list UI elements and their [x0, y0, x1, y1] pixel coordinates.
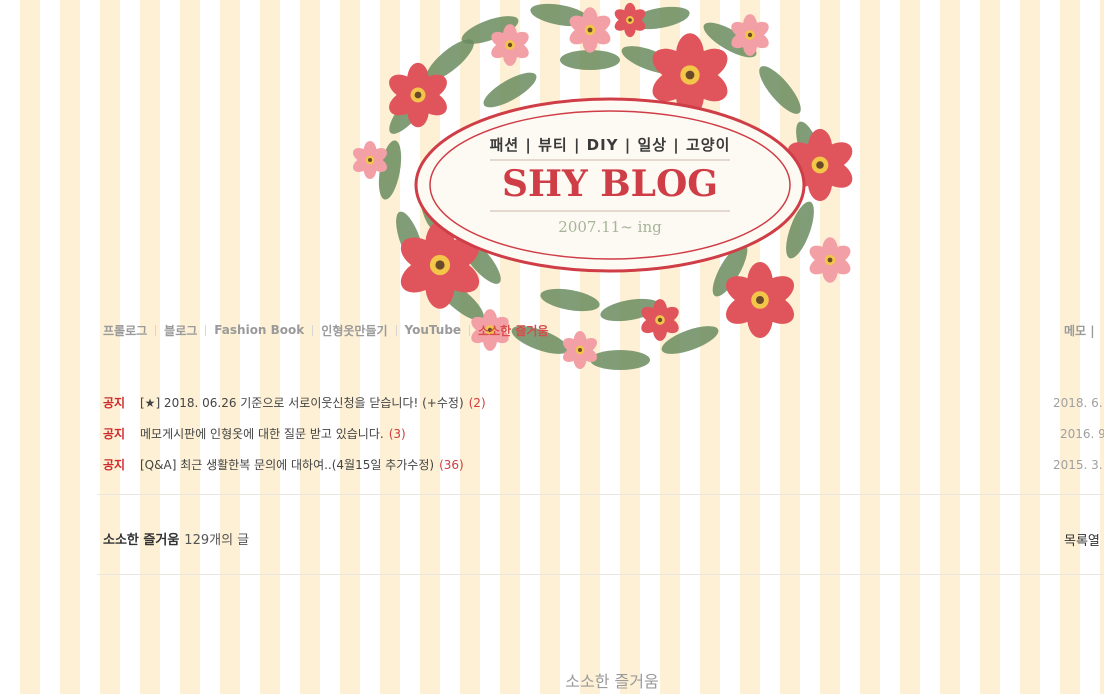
- comment-count[interactable]: (3): [389, 427, 406, 441]
- notice-list: 공지 [★] 2018. 06.26 기준으로 서로이웃신청을 닫습니다! (+…: [103, 387, 1104, 480]
- leaf-decoration: [560, 50, 620, 70]
- comment-count[interactable]: (2): [469, 396, 486, 410]
- blog-since-date: 2007.11~ ing: [558, 218, 662, 236]
- menu-divider: [469, 324, 471, 336]
- section-divider: [97, 494, 1104, 495]
- notice-title[interactable]: 메모게시판에 인형옷에 대한 질문 받고 있습니다.: [140, 425, 384, 442]
- category-menu: 프롤로그 블로그 Fashion Book 인형옷만들기 YouTube 소소한…: [103, 321, 548, 339]
- post-count: 129개의 글: [184, 533, 250, 548]
- leaf-decoration: [590, 350, 650, 370]
- blog-title: SHY BLOG: [501, 163, 719, 205]
- menu-item-small-joys[interactable]: 소소한 즐거움: [478, 322, 548, 339]
- notice-date: 2015. 3.: [1053, 457, 1103, 472]
- menu-item-prologue[interactable]: 프롤로그: [103, 322, 147, 339]
- menu-item-memo[interactable]: 메모 |: [1064, 321, 1095, 339]
- notice-date: 2018. 6.: [1053, 395, 1103, 410]
- menu-item-youtube[interactable]: YouTube: [405, 323, 462, 337]
- menu-item-blog[interactable]: 블로그: [164, 322, 197, 339]
- category-name: 소소한 즐거움: [103, 533, 180, 548]
- flower-decoration: [809, 237, 851, 283]
- post-category-title: 소소한 즐거움: [565, 672, 659, 691]
- section-divider: [97, 574, 1104, 575]
- menu-divider: [205, 324, 207, 336]
- comment-count[interactable]: (36): [439, 458, 464, 472]
- notice-row[interactable]: 공지 [★] 2018. 06.26 기준으로 서로이웃신청을 닫습니다! (+…: [103, 387, 1104, 418]
- notice-row[interactable]: 공지 메모게시판에 인형옷에 대한 질문 받고 있습니다. (3) 2016. …: [103, 418, 1104, 449]
- leaf-decoration: [540, 288, 600, 312]
- post-list-header: 소소한 즐거움 129개의 글: [103, 529, 249, 548]
- banner-categories: 패션 | 뷰티 | DIY | 일상 | 고양이: [489, 136, 731, 154]
- menu-divider: [395, 324, 397, 336]
- menu-divider: [312, 324, 314, 336]
- notice-badge: 공지: [103, 396, 126, 410]
- notice-title[interactable]: [★] 2018. 06.26 기준으로 서로이웃신청을 닫습니다! (+수정): [140, 394, 464, 411]
- menu-item-fashion-book[interactable]: Fashion Book: [214, 323, 304, 337]
- notice-badge: 공지: [103, 427, 126, 441]
- notice-badge: 공지: [103, 458, 126, 472]
- menu-divider: [155, 324, 157, 336]
- notice-date: 2016. 9: [1060, 426, 1104, 441]
- notice-row[interactable]: 공지 [Q&A] 최근 생활한복 문의에 대하여..(4월15일 추가수정) (…: [103, 449, 1104, 480]
- menu-item-doll-clothes[interactable]: 인형옷만들기: [321, 322, 387, 339]
- notice-title[interactable]: [Q&A] 최근 생활한복 문의에 대하여..(4월15일 추가수정): [140, 456, 434, 473]
- list-open-toggle[interactable]: 목록열: [1064, 530, 1100, 549]
